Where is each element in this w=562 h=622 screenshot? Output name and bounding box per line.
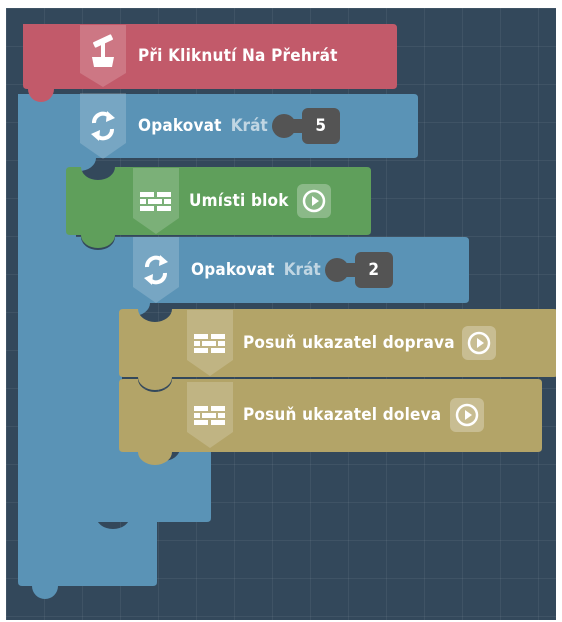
outer-loop-label: Opakovat [138,116,222,136]
repeat-icon [80,93,126,159]
brick-icon [187,310,233,376]
play-button[interactable] [296,184,331,218]
repeat-icon [133,237,179,303]
code-workspace[interactable]: Při Kliknutí Na Přehrát Opakovat Krát 5 … [6,8,556,620]
socket-connector-icon [271,114,302,138]
event-label: Při Kliknutí Na Přehrát [138,46,338,66]
outer-loop-count-input[interactable]: 5 [301,108,340,144]
brick-icon [133,168,179,234]
brick-icon [187,382,233,448]
move-right-label: Posuň ukazatel doprava [243,333,455,353]
move-left-label: Posuň ukazatel doleva [243,405,442,425]
inner-loop-count-input[interactable]: 2 [354,252,393,288]
inner-loop-times-label: Krát [283,260,321,280]
inner-loop-label: Opakovat [191,260,275,280]
play-icon [456,403,479,427]
play-button[interactable] [461,326,496,360]
place-block-label: Umísti blok [189,191,289,211]
piston-icon [80,25,126,87]
socket-connector-icon [324,258,355,282]
play-icon [302,189,325,213]
play-button[interactable] [450,398,485,432]
play-icon [467,331,490,355]
outer-loop-times-label: Krát [230,116,268,136]
